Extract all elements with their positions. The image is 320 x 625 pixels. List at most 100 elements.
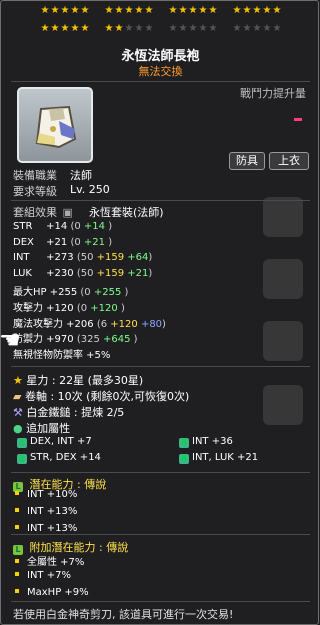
hammer-icon: ⚒ bbox=[13, 406, 23, 419]
star-empty-icon: ★ bbox=[188, 23, 198, 34]
star-force-info: ★ 星力 : 22星 (最多30星) bbox=[13, 374, 144, 387]
category-tag-armor: 防具 bbox=[229, 152, 265, 170]
stat-enhance: +21 bbox=[127, 267, 149, 279]
stat-row: 防禦力 +970 (325 +645 ) bbox=[13, 330, 138, 345]
stat-total: +255 bbox=[46, 287, 81, 299]
stat-row: INT +273 (50 +159 +64) bbox=[13, 252, 152, 263]
divider bbox=[11, 534, 310, 535]
set-effect-label: 套組效果 bbox=[13, 206, 57, 219]
stat-close: ) bbox=[108, 221, 113, 232]
star-empty-icon: ★ bbox=[134, 23, 144, 34]
stat-total: +120 bbox=[43, 303, 77, 314]
bullet-icon bbox=[15, 559, 19, 563]
potential-line: MaxHP +9% bbox=[13, 587, 89, 598]
bullet-icon bbox=[15, 508, 19, 512]
stat-base: (50 bbox=[76, 267, 97, 279]
star-empty-icon: ★ bbox=[208, 23, 218, 34]
background-item-icon bbox=[263, 385, 303, 425]
additional-option: 1 DEX, INT +7 bbox=[17, 436, 92, 448]
divider bbox=[11, 200, 310, 201]
stat-name: 最大HP bbox=[13, 287, 47, 299]
stat-close: ) bbox=[124, 287, 129, 299]
stat-total: +21 bbox=[43, 236, 71, 248]
star-icon: ★ bbox=[50, 5, 60, 16]
star-icon: ★ bbox=[242, 5, 252, 16]
star-icon: ★ bbox=[13, 374, 23, 387]
additional-option: 2 STR, DEX +14 bbox=[17, 452, 101, 464]
bullet-icon bbox=[15, 572, 19, 576]
stat-bonus: +120 bbox=[110, 318, 141, 330]
stat-row: DEX +21 (0 +21 ) bbox=[13, 237, 112, 248]
stat-bonus: +255 bbox=[93, 287, 125, 299]
robe-icon bbox=[35, 105, 77, 149]
star-icon: ★ bbox=[70, 23, 80, 34]
power-increase-label: 戰鬥力提升量 bbox=[240, 87, 306, 100]
star-force-row-1: ★ ★ ★ ★ ★ ★ ★ ★ ★ ★ ★ ★ ★ ★ ★ ★ ★ ★ ★ ★ bbox=[1, 5, 320, 17]
star-empty-icon: ★ bbox=[252, 23, 262, 34]
lock-icon: ▣ bbox=[62, 206, 73, 219]
star-empty-icon: ★ bbox=[168, 23, 178, 34]
star-empty-icon: ★ bbox=[144, 23, 154, 34]
potential-line: INT +7% bbox=[13, 570, 71, 581]
stat-name: INT bbox=[13, 252, 30, 264]
stat-bonus: +159 bbox=[96, 252, 128, 264]
stat-bonus: +120 bbox=[90, 303, 121, 314]
additional-option-text: STR, DEX +14 bbox=[30, 452, 101, 463]
bullet-icon bbox=[15, 525, 19, 529]
leaf-icon: ● bbox=[13, 422, 23, 435]
star-empty-icon: ★ bbox=[178, 23, 188, 34]
stat-row: 無視怪物防禦率 +5% bbox=[13, 346, 110, 361]
item-tooltip: ★ ★ ★ ★ ★ ★ ★ ★ ★ ★ ★ ★ ★ ★ ★ ★ ★ ★ ★ ★ ★ ★ ★ ★ ★ ★ ★ ★ ★ ★ ★ ★ ★ ★ ★ ★ ★ ★ ★… bbox=[0, 0, 319, 625]
divider bbox=[11, 601, 310, 602]
star-icon: ★ bbox=[80, 23, 90, 34]
star-icon: ★ bbox=[60, 5, 70, 16]
stat-bonus: +159 bbox=[96, 267, 128, 279]
star-icon: ★ bbox=[104, 23, 114, 34]
background-item-icon bbox=[263, 197, 303, 237]
background-item-icon bbox=[263, 259, 303, 299]
stat-total: +273 bbox=[43, 252, 77, 264]
scroll-icon: ▰ bbox=[13, 390, 22, 403]
level-row: 要求等級 Lv. 250 bbox=[13, 183, 110, 199]
additional-option-text: INT +36 bbox=[192, 436, 233, 447]
untradeable-label: 無法交換 bbox=[138, 65, 183, 78]
star-empty-icon: ★ bbox=[198, 23, 208, 34]
potential-text: INT +7% bbox=[27, 570, 71, 581]
star-icon: ★ bbox=[188, 5, 198, 16]
star-empty-icon: ★ bbox=[242, 23, 252, 34]
additional-option-text: INT, LUK +21 bbox=[192, 452, 259, 463]
star-icon: ★ bbox=[144, 5, 154, 16]
footer-note: 若使用白金神奇剪刀, 該道具可進行一次交易! bbox=[13, 608, 234, 621]
stat-base: (0 bbox=[70, 221, 84, 232]
star-icon: ★ bbox=[40, 23, 50, 34]
stat-row: LUK +230 (50 +159 +21) bbox=[13, 268, 152, 279]
stat-close: ) bbox=[133, 334, 138, 346]
stat-bonus: +645 bbox=[103, 334, 134, 346]
stat-close: ) bbox=[148, 252, 153, 264]
potential-text: INT +13% bbox=[27, 523, 78, 534]
job-value: 法師 bbox=[70, 169, 92, 182]
stat-close: ) bbox=[120, 303, 125, 314]
star-icon: ★ bbox=[252, 5, 262, 16]
set-effect-value: 永恆套裝(法師) bbox=[89, 206, 164, 219]
rank-badge-icon: 2 bbox=[17, 454, 27, 464]
potential-text: INT +13% bbox=[27, 506, 78, 517]
star-empty-icon: ★ bbox=[124, 23, 134, 34]
stat-close: ) bbox=[108, 236, 113, 248]
background-item-icon bbox=[263, 321, 303, 361]
stat-name: STR bbox=[13, 221, 33, 232]
hand-cursor-icon: ☚ bbox=[0, 326, 21, 354]
additional-option: 3 INT +36 bbox=[179, 436, 233, 448]
stat-close: ) bbox=[148, 267, 153, 279]
stat-base: (325 bbox=[76, 334, 103, 346]
category-tag-top: 上衣 bbox=[269, 152, 309, 170]
rank-badge-icon: 3 bbox=[179, 438, 189, 448]
star-icon: ★ bbox=[232, 5, 242, 16]
potential-line: 全屬性 +7% bbox=[13, 553, 84, 568]
stat-total: +206 bbox=[63, 318, 97, 330]
star-empty-icon: ★ bbox=[232, 23, 242, 34]
star-icon: ★ bbox=[198, 5, 208, 16]
stat-enhance: +80 bbox=[140, 318, 163, 330]
star-icon: ★ bbox=[134, 5, 144, 16]
star-force-row-2: ★ ★ ★ ★ ★ ★ ★ ★ ★ ★ ★ ★ ★ ★ ★ ★ ★ ★ ★ ★ bbox=[1, 23, 320, 35]
